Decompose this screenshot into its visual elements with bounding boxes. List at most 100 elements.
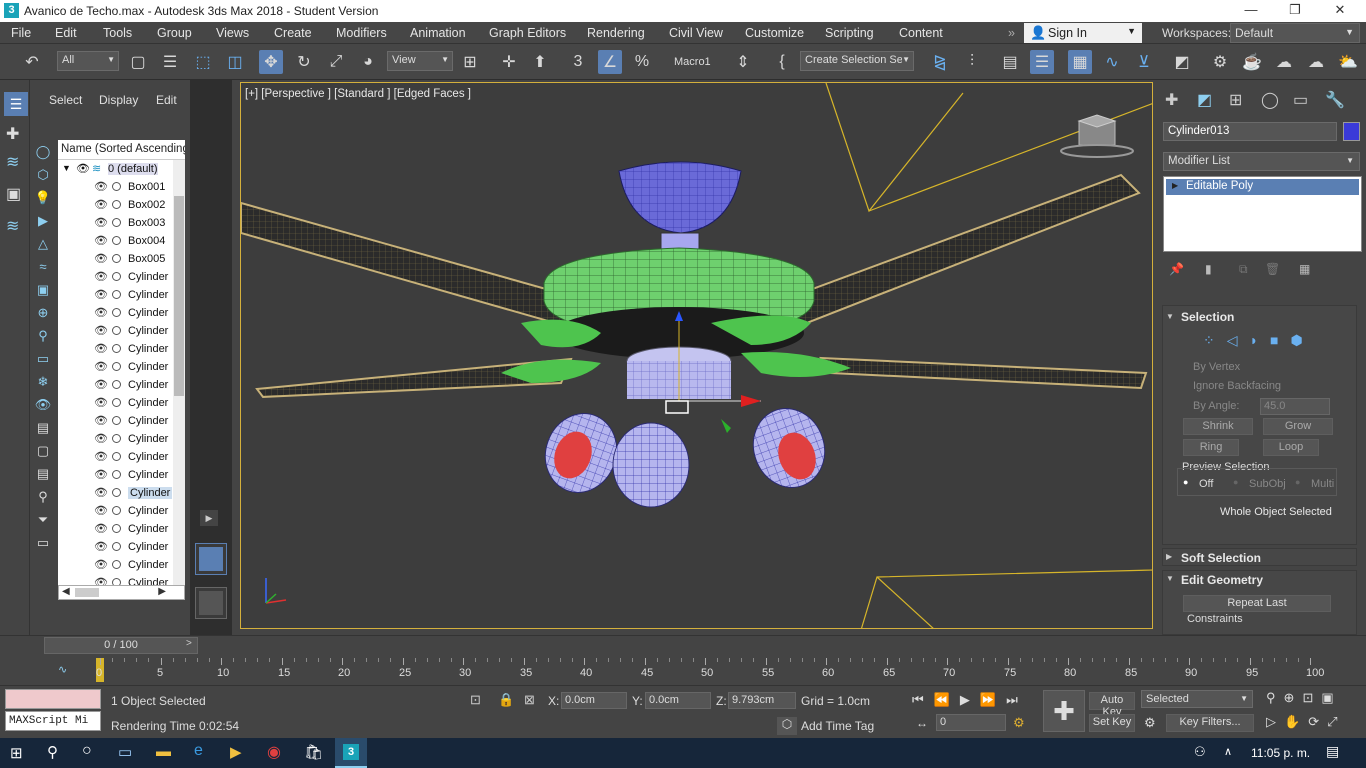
- key-mode-icon[interactable]: ↔: [916, 716, 928, 730]
- explorer-tab-display[interactable]: Display: [99, 93, 138, 107]
- eye-icon[interactable]: 👁: [94, 342, 108, 355]
- tree-object-row[interactable]: 👁 Box004: [58, 232, 185, 250]
- stack-item-editable-poly[interactable]: Editable Poly: [1166, 179, 1359, 195]
- container-icon[interactable]: ▣: [6, 184, 21, 204]
- next-key-icon[interactable]: ⏩: [980, 692, 996, 708]
- eye-icon[interactable]: 👁: [94, 306, 108, 319]
- collapse-icon[interactable]: ▼: [1166, 574, 1174, 583]
- x-coordinate-field[interactable]: 0.0cm: [561, 692, 627, 709]
- eye-icon[interactable]: 👁: [94, 396, 108, 409]
- pin-stack-icon[interactable]: 📌: [1169, 262, 1184, 276]
- scroll-left-icon[interactable]: ◀: [62, 586, 70, 597]
- pan-icon[interactable]: ✋: [1284, 714, 1300, 730]
- eye-icon[interactable]: 👁: [94, 288, 108, 301]
- filter-list-icon[interactable]: ▤: [32, 416, 54, 439]
- eye-icon[interactable]: 👁: [94, 234, 108, 247]
- a360-icon[interactable]: ⛅: [1336, 50, 1360, 74]
- zoom-icon[interactable]: ⚲: [1266, 690, 1276, 706]
- render-production-icon[interactable]: ☁: [1272, 50, 1296, 74]
- go-to-start-icon[interactable]: ⏮: [912, 692, 924, 708]
- edit-geometry-header[interactable]: Edit Geometry: [1181, 573, 1263, 587]
- eye-icon[interactable]: 👁: [94, 324, 108, 337]
- render-setup-icon[interactable]: ⚙: [1208, 50, 1232, 74]
- modify-tab-icon[interactable]: ◩: [1197, 90, 1212, 110]
- isolate-selection-icon[interactable]: ⊡: [470, 692, 481, 708]
- select-and-move-icon[interactable]: ✥: [259, 50, 283, 74]
- mirror-icon[interactable]: ⧎: [928, 50, 952, 74]
- align-icon[interactable]: ⫶: [960, 50, 984, 74]
- key-filters-button[interactable]: Key Filters...: [1166, 714, 1254, 732]
- scene-explorer-toggle-icon[interactable]: ☰: [4, 92, 28, 116]
- scroll-right-icon[interactable]: ▶: [158, 586, 166, 597]
- set-keys-button[interactable]: ✚: [1043, 690, 1085, 732]
- filter-xrefs-icon[interactable]: ⊕: [32, 301, 54, 324]
- auto-key-button[interactable]: Auto Key: [1089, 692, 1135, 718]
- filter-visible-icon[interactable]: 👁: [32, 393, 54, 416]
- layer-stack-icon[interactable]: ≋: [6, 216, 19, 236]
- multi-radio-icon[interactable]: ●: [1295, 477, 1300, 487]
- expand-icon[interactable]: ▶: [200, 510, 218, 526]
- tree-object-row[interactable]: 👁 Cylinder: [58, 322, 185, 340]
- eye-icon[interactable]: 👁: [94, 540, 108, 553]
- tree-scrollbar[interactable]: [173, 160, 185, 586]
- show-end-result-icon[interactable]: ▮: [1205, 262, 1212, 276]
- next-frame-icon[interactable]: >: [186, 638, 192, 649]
- edit-named-selection-icon[interactable]: {: [770, 50, 794, 74]
- taskbar-clock[interactable]: 11:05 p. m.: [1251, 746, 1310, 760]
- tree-object-row[interactable]: 👁 Box001: [58, 178, 185, 196]
- tree-object-row[interactable]: 👁 Cylinder: [58, 376, 185, 394]
- funnel-icon[interactable]: ⏷: [32, 508, 54, 531]
- window-crossing-icon[interactable]: ◫: [223, 50, 247, 74]
- eye-icon[interactable]: 👁: [94, 360, 108, 373]
- time-slider[interactable]: 0 / 100: [44, 637, 198, 654]
- tree-object-row[interactable]: 👁 Box003: [58, 214, 185, 232]
- eye-icon[interactable]: 👁: [94, 270, 108, 283]
- maximize-viewport-icon[interactable]: ⤢: [1327, 714, 1337, 730]
- ring-button[interactable]: Ring: [1183, 439, 1239, 456]
- by-vertex-checkbox[interactable]: By Vertex: [1193, 361, 1240, 373]
- tree-object-row[interactable]: 👁 Cylinder: [58, 466, 185, 484]
- tree-object-row[interactable]: 👁 Cylinder: [58, 340, 185, 358]
- maxscript-listener-output[interactable]: [5, 689, 101, 709]
- tree-object-row[interactable]: 👁 Cylinder: [58, 538, 185, 556]
- select-object-icon[interactable]: ▢: [126, 50, 150, 74]
- menu-rendering[interactable]: Rendering: [587, 26, 645, 40]
- keyboard-shortcut-icon[interactable]: ⬆: [528, 50, 552, 74]
- menu-animation[interactable]: Animation: [410, 26, 466, 40]
- soft-selection-rollout[interactable]: ▶ Soft Selection: [1162, 548, 1357, 566]
- filter-lights-icon[interactable]: 💡: [32, 186, 54, 209]
- create-icon[interactable]: ✚: [6, 124, 19, 144]
- object-color-swatch[interactable]: [1343, 122, 1360, 141]
- sign-in-button[interactable]: 👤 Sign In ▼: [1024, 23, 1142, 43]
- eye-icon[interactable]: 👁: [94, 504, 108, 517]
- off-radio-icon[interactable]: ●: [1183, 477, 1188, 487]
- collapse-icon[interactable]: ▼: [1166, 312, 1174, 321]
- tree-object-row[interactable]: 👁 Cylinder: [58, 448, 185, 466]
- curve-editor-icon[interactable]: ∿: [1100, 50, 1124, 74]
- windows-start-icon[interactable]: ⊞: [10, 744, 23, 762]
- key-set-dropdown[interactable]: Selected ▼: [1141, 690, 1253, 708]
- spinner-snap-icon[interactable]: ⇕: [731, 50, 755, 74]
- ignore-backfacing-checkbox[interactable]: Ignore Backfacing: [1193, 380, 1281, 392]
- timeline-ruler[interactable]: 0 5 10 15 20 25 30 35 40 45 50 55 60 65 70 75 80 85 90 95 10…: [96, 658, 1366, 684]
- layout-tab-2[interactable]: [195, 587, 227, 619]
- tree-object-row[interactable]: 👁 Cylinder: [58, 304, 185, 322]
- menu-customize[interactable]: Customize: [745, 26, 804, 40]
- eye-icon[interactable]: 👁: [94, 252, 108, 265]
- filter-spacewarps-icon[interactable]: ≈: [32, 255, 54, 278]
- explorer-tab-select[interactable]: Select: [49, 93, 82, 107]
- layers-icon[interactable]: ≋: [6, 152, 19, 172]
- by-angle-checkbox[interactable]: By Angle:: [1193, 400, 1239, 412]
- eye-icon[interactable]: 👁: [94, 432, 108, 445]
- menu-civil-view[interactable]: Civil View: [669, 26, 723, 40]
- tree-object-row[interactable]: 👁 Cylinder: [58, 394, 185, 412]
- time-tag-icon[interactable]: ⬡: [777, 717, 797, 735]
- snaps-toggle-icon[interactable]: 3: [566, 50, 590, 74]
- current-frame-field[interactable]: 0: [936, 714, 1006, 731]
- selection-filter-dropdown[interactable]: All ▼: [57, 51, 119, 71]
- store-icon[interactable]: 🛍: [304, 743, 323, 761]
- tree-horizontal-scrollbar[interactable]: ◀ ▶: [58, 585, 185, 600]
- filter-geometry-icon[interactable]: ◯: [32, 140, 54, 163]
- cortana-icon[interactable]: ○: [82, 742, 92, 760]
- menu-graph-editors[interactable]: Graph Editors: [489, 26, 566, 40]
